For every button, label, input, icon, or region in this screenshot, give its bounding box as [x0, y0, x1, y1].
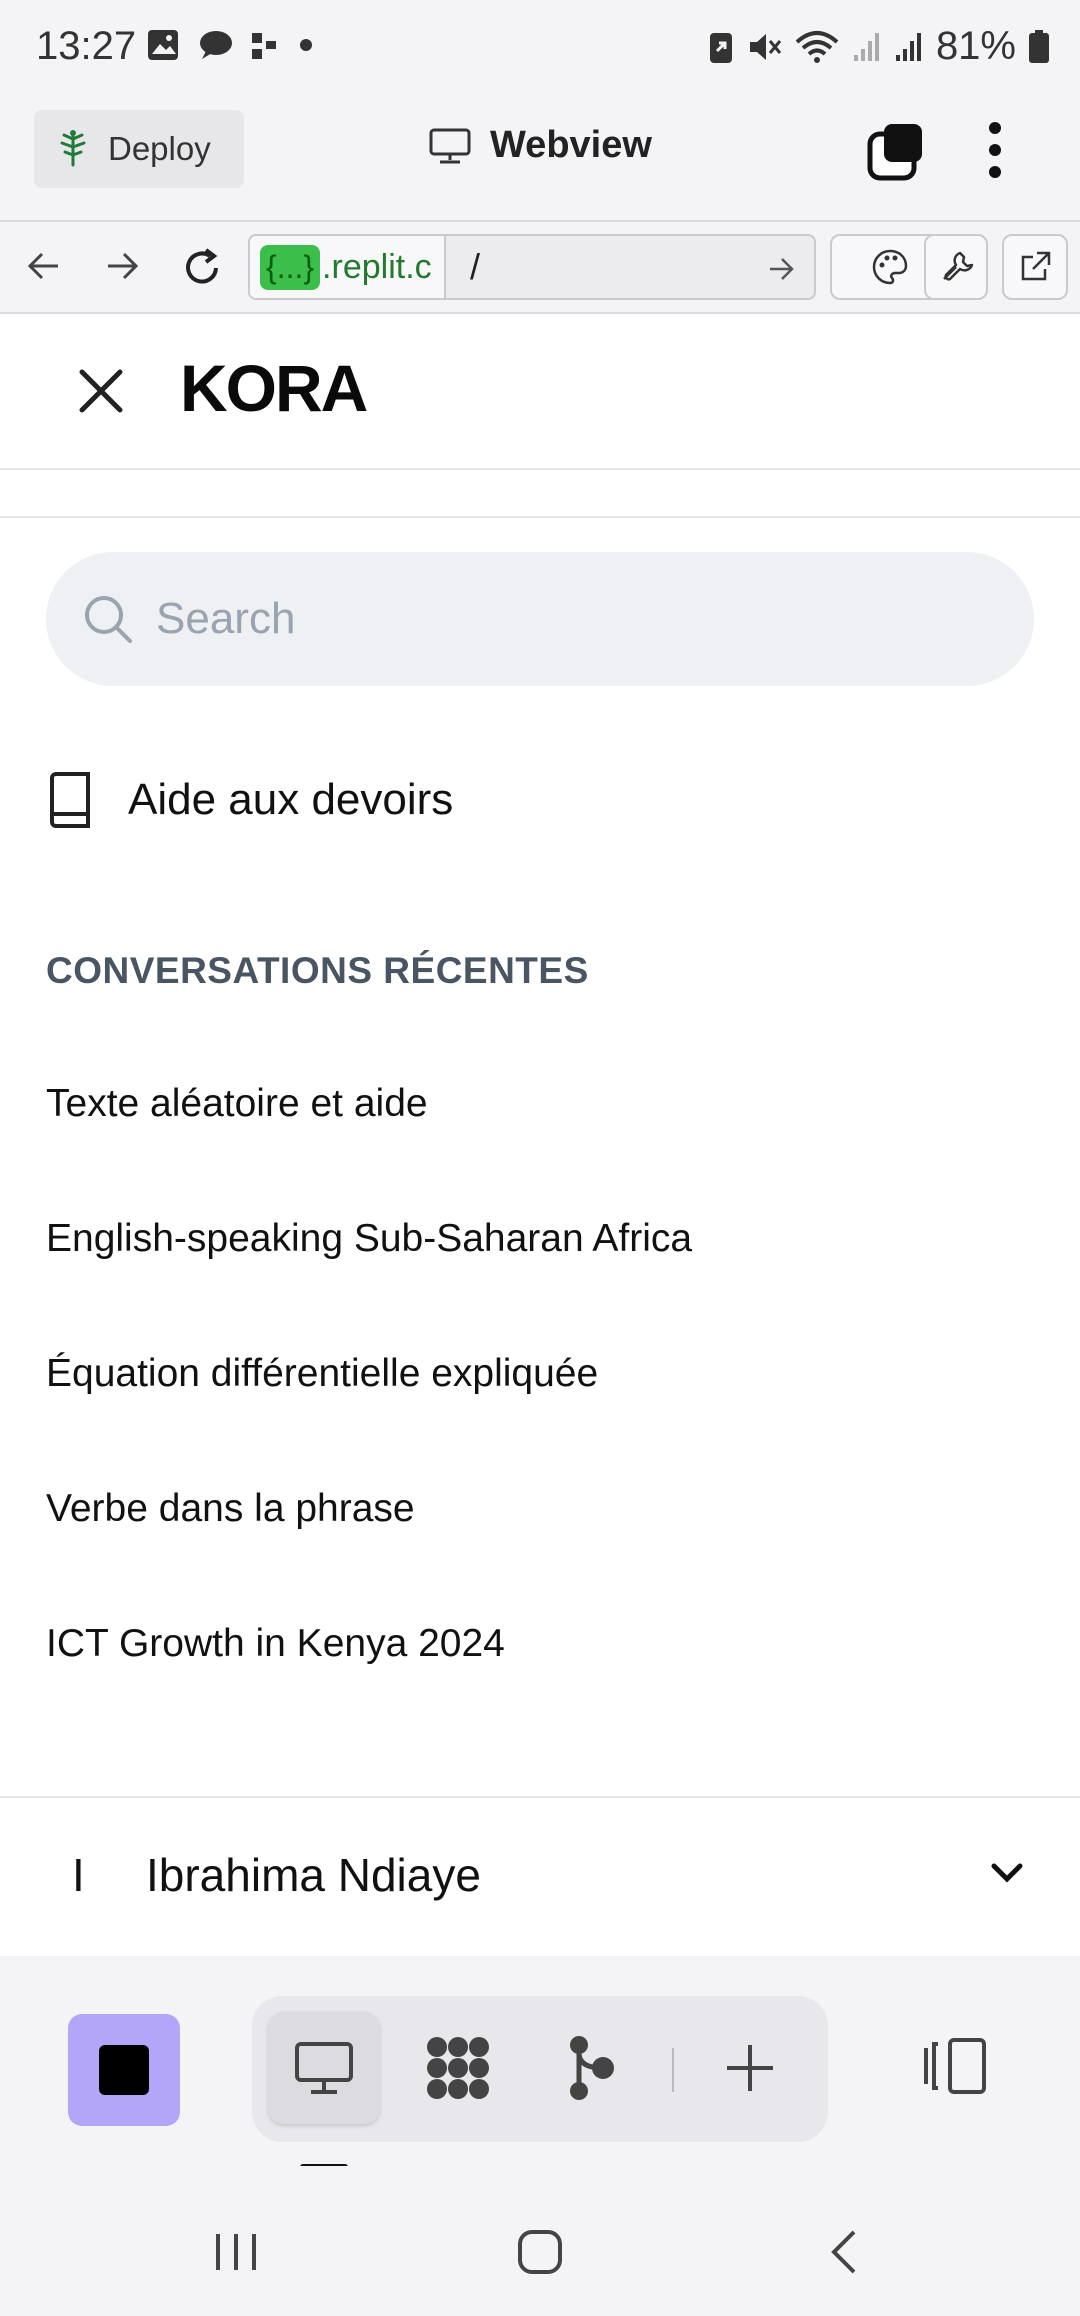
search-input[interactable]: Search [46, 552, 1034, 686]
signal-icon [853, 32, 879, 61]
url-host: {...} .replit.c [250, 236, 446, 298]
more-vertical-icon[interactable] [980, 118, 1010, 182]
add-tab-button[interactable] [694, 2012, 806, 2124]
divider [0, 516, 1080, 518]
search-placeholder: Search [156, 594, 296, 643]
webview-label: Webview [490, 124, 652, 166]
git-branch-icon [570, 2036, 614, 2100]
conversation-item[interactable]: Texte aléatoire et aide [46, 1072, 692, 1207]
plus-icon [727, 2045, 773, 2091]
avatar: I [72, 1849, 85, 1901]
battery-saver-icon [709, 32, 732, 63]
tabs-icon[interactable] [866, 122, 926, 182]
search-icon [85, 596, 132, 643]
battery-percent: 81% [935, 24, 1016, 68]
brand-title: KORA [180, 351, 368, 425]
stop-button[interactable] [68, 2014, 180, 2126]
back-icon[interactable] [826, 2228, 860, 2276]
arrow-right-icon[interactable] [102, 246, 142, 286]
close-icon[interactable] [78, 368, 124, 414]
gallery-icon [148, 30, 178, 60]
palette-icon [872, 249, 908, 285]
user-name: Ibrahima Ndiaye [146, 1849, 481, 1901]
webview-title: Webview [428, 124, 652, 167]
homework-label: Aide aux devoirs [128, 775, 454, 824]
bottom-toolbar [0, 1956, 1080, 2166]
panels-icon[interactable] [920, 2036, 990, 2096]
mute-icon [749, 33, 782, 60]
monitor-icon [295, 2042, 353, 2094]
url-bar: {...} .replit.c / [0, 220, 1080, 314]
open-external-button[interactable] [1002, 234, 1068, 300]
deploy-tree-icon [60, 130, 86, 167]
status-time: 13:27 [36, 24, 137, 68]
dot-icon [300, 39, 312, 51]
tool-switcher [252, 1996, 828, 2142]
wifi-icon [795, 30, 839, 63]
conversation-item[interactable]: Verbe dans la phrase [46, 1477, 692, 1612]
url-path: / [470, 246, 481, 287]
conversation-item[interactable]: Équation différentielle expliquée [46, 1342, 692, 1477]
wrench-icon [943, 251, 974, 281]
home-icon[interactable] [516, 2228, 564, 2276]
chevron-down-icon[interactable] [990, 1862, 1024, 1884]
recent-conversations-heading: CONVERSATIONS RÉCENTES [46, 950, 589, 991]
status-bar: 13:27 81% [0, 0, 1080, 94]
notification-icons [146, 28, 316, 62]
devtools-button[interactable] [924, 234, 988, 300]
battery-icon [1029, 29, 1049, 63]
user-menu[interactable]: I Ibrahima Ndiaye [0, 1798, 1080, 1956]
separator [672, 2048, 674, 2092]
tab-workspace[interactable] [402, 2012, 514, 2124]
signal-icon [895, 32, 921, 61]
arrow-left-icon[interactable] [24, 246, 64, 286]
system-icons: 81% [708, 24, 1050, 69]
tab-git[interactable] [536, 2012, 648, 2124]
grid-cluster-icon [427, 2037, 489, 2099]
url-input[interactable]: {...} .replit.c / [248, 234, 816, 300]
deploy-label: Deploy [108, 130, 211, 167]
tab-webview[interactable] [268, 2012, 380, 2124]
app-header: KORA [0, 314, 1080, 470]
chat-bubble-icon [200, 31, 232, 59]
replit-top-bar: Deploy Webview [0, 94, 1080, 220]
recents-icon[interactable] [212, 2232, 260, 2272]
reload-icon[interactable] [180, 246, 224, 290]
monitor-icon [429, 128, 471, 163]
homework-link[interactable]: Aide aux devoirs [46, 772, 453, 828]
app-notification-icon [252, 33, 276, 59]
deploy-button[interactable]: Deploy [34, 110, 244, 188]
system-nav-bar [0, 2166, 1080, 2316]
stop-icon [99, 2045, 149, 2095]
conversation-item[interactable]: ICT Growth in Kenya 2024 [46, 1612, 692, 1747]
conversation-list: Texte aléatoire et aide English-speaking… [46, 1072, 692, 1747]
conversation-item[interactable]: English-speaking Sub-Saharan Africa [46, 1207, 692, 1342]
url-host-text: .replit.c [322, 247, 432, 286]
url-host-badge: {...} [260, 244, 321, 290]
external-link-icon [1021, 251, 1051, 281]
go-arrow-icon[interactable] [766, 254, 796, 284]
book-icon [50, 772, 90, 828]
